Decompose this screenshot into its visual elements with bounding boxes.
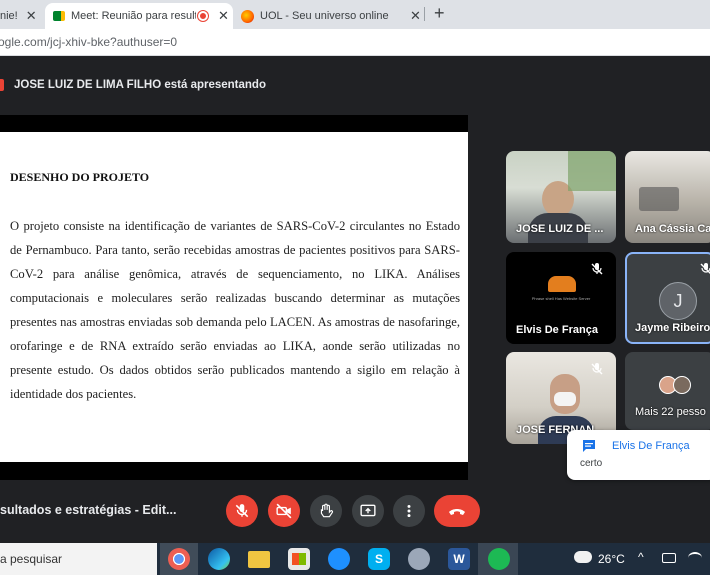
leave-call-button[interactable] xyxy=(434,495,480,527)
present-icon xyxy=(0,79,4,91)
mic-off-icon xyxy=(591,263,603,275)
close-icon[interactable]: ✕ xyxy=(26,8,37,24)
battery-icon[interactable] xyxy=(662,553,676,563)
participant-name: Ana Cássia Ca xyxy=(635,223,710,235)
meeting-title: sultados e estratégias - Edit... xyxy=(0,503,177,517)
presenting-label: JOSE LUIZ DE LIMA FILHO está apresentand… xyxy=(14,79,266,91)
search-placeholder: a pesquisar xyxy=(0,552,63,566)
safari-icon[interactable] xyxy=(328,548,350,570)
tab-label: UOL - Seu universo online xyxy=(260,10,389,22)
avatar xyxy=(673,376,691,394)
store-icon[interactable] xyxy=(288,548,310,570)
participant-tile[interactable]: Phrase shell Has Website Server Elvis De… xyxy=(506,252,616,344)
pinball-icon[interactable] xyxy=(408,548,430,570)
slide-title: DESENHO DO PROJETO xyxy=(10,170,150,184)
tab-1[interactable]: nie! ✕ xyxy=(0,3,45,29)
avatar-initial: J xyxy=(673,290,683,311)
weather-temp[interactable]: 26°C xyxy=(598,552,625,566)
recording-icon xyxy=(198,11,208,21)
chat-message: certo xyxy=(580,458,603,469)
participant-tile[interactable]: Ana Cássia Ca xyxy=(625,151,710,243)
mic-off-icon xyxy=(235,504,249,518)
participant-tile[interactable]: JOSE LUIZ DE ... xyxy=(506,151,616,243)
raise-hand-button[interactable] xyxy=(310,495,342,527)
participant-name: Jayme Ribeiro xyxy=(635,322,710,334)
more-options-button[interactable] xyxy=(393,495,425,527)
participant-name: JOSE LUIZ DE ... xyxy=(516,223,604,235)
mic-off-icon xyxy=(700,263,710,274)
chevron-up-icon[interactable]: ^ xyxy=(638,550,644,564)
meet-icon xyxy=(53,11,65,21)
avatar: J xyxy=(659,282,697,320)
wifi-icon[interactable] xyxy=(688,552,702,564)
camera-off-icon xyxy=(276,503,292,519)
window-shape xyxy=(568,151,616,191)
slide-body: O projeto consiste na identificação de v… xyxy=(10,219,460,401)
mic-toggle-button[interactable] xyxy=(226,495,258,527)
more-vert-icon xyxy=(407,504,411,518)
participant-tile-speaking[interactable]: J Jayme Ribeiro xyxy=(625,252,710,344)
spotify-icon[interactable] xyxy=(488,548,510,570)
taskbar-search[interactable]: a pesquisar xyxy=(0,543,157,575)
present-icon xyxy=(360,504,376,517)
tab-label: Meet: Reunião para resultad xyxy=(71,10,196,22)
uol-icon xyxy=(241,9,254,23)
new-tab-button[interactable]: + xyxy=(434,3,445,24)
phone-hangup-icon xyxy=(449,509,465,515)
close-icon[interactable]: ✕ xyxy=(218,8,229,24)
tab-3[interactable]: UOL - Seu universo online ✕ xyxy=(233,3,423,29)
tab-label: nie! xyxy=(0,10,18,22)
word-icon[interactable]: W xyxy=(448,548,470,570)
skype-icon[interactable]: S xyxy=(368,548,390,570)
camera-toggle-button[interactable] xyxy=(268,495,300,527)
face-mask xyxy=(554,392,576,406)
url-text[interactable]: ogle.com/jcj-xhiv-bke?authuser=0 xyxy=(0,35,177,49)
chat-icon xyxy=(583,440,595,452)
more-participants-label: Mais 22 pesso xyxy=(635,406,706,418)
chat-notification[interactable]: Elvis De França certo xyxy=(567,430,710,480)
present-screen-button[interactable] xyxy=(352,495,384,527)
weather-cloud-icon xyxy=(574,551,592,563)
close-icon[interactable]: ✕ xyxy=(410,8,421,24)
participant-name: Elvis De França xyxy=(516,324,598,336)
more-participants-tile[interactable]: Mais 22 pesso xyxy=(625,352,710,430)
cat-logo-icon xyxy=(548,276,576,292)
tab-divider xyxy=(424,7,425,21)
video-feed xyxy=(639,187,679,211)
tab-2[interactable]: Meet: Reunião para resultad ✕ xyxy=(45,3,233,29)
edge-icon[interactable] xyxy=(208,548,230,570)
file-explorer-icon[interactable] xyxy=(248,551,270,568)
hand-icon xyxy=(320,503,334,518)
mic-off-icon xyxy=(591,363,603,375)
presenting-banner: JOSE LUIZ DE LIMA FILHO está apresentand… xyxy=(0,71,266,99)
chat-sender: Elvis De França xyxy=(612,440,690,452)
active-app-highlight xyxy=(160,543,198,575)
logo-caption: Phrase shell Has Website Server xyxy=(531,296,591,301)
